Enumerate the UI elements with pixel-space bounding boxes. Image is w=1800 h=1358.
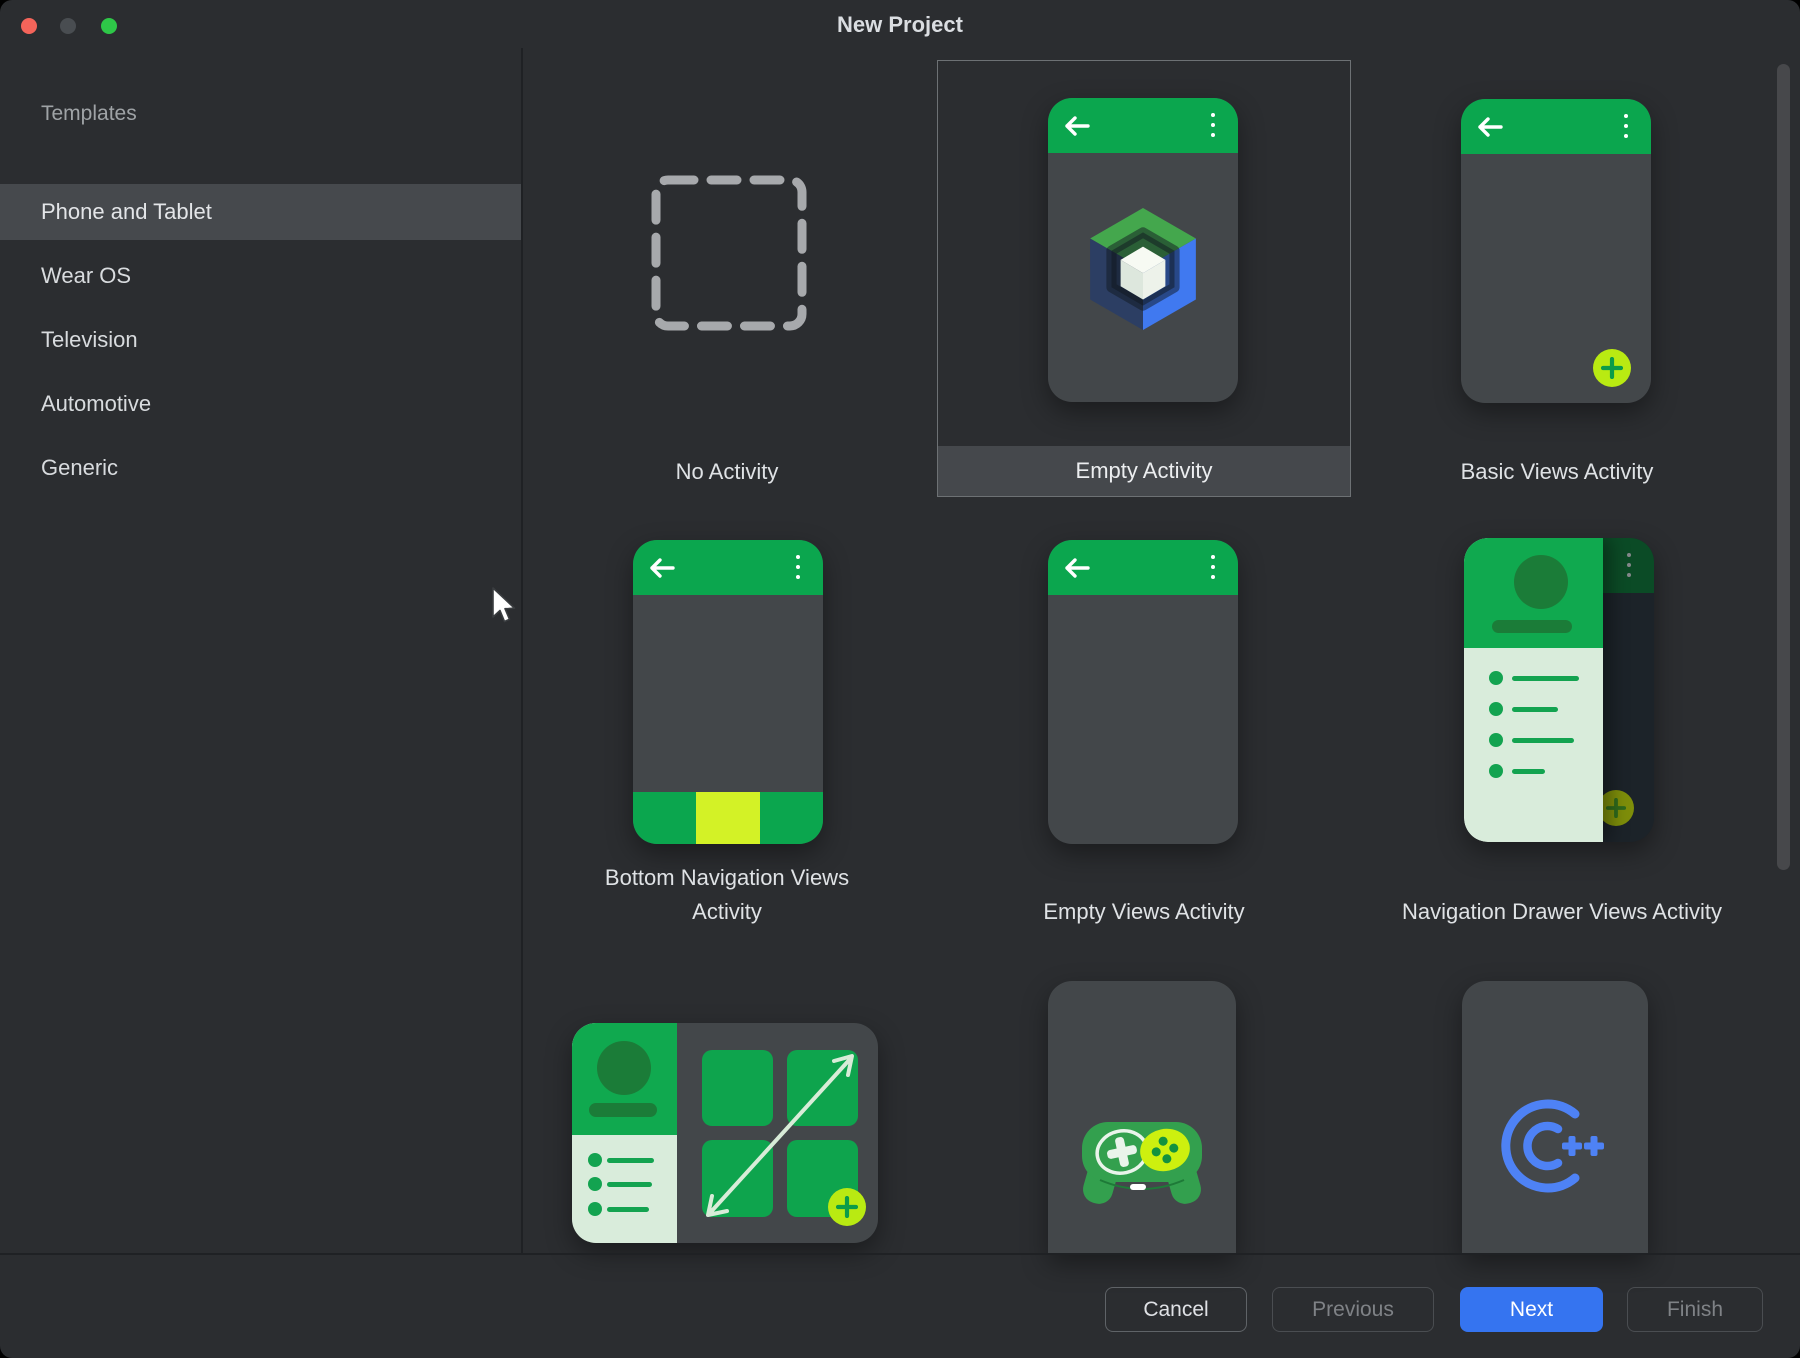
tablet-mockup-responsive <box>572 1023 878 1243</box>
dashed-placeholder-icon <box>650 174 808 332</box>
drawer-menu-line <box>1512 707 1558 712</box>
drawer-menu-bullet <box>1489 764 1503 778</box>
avatar <box>597 1041 651 1095</box>
cancel-button[interactable]: Cancel <box>1105 1287 1247 1332</box>
templates-header: Templates <box>41 102 137 126</box>
drawer-menu-line <box>1512 676 1579 681</box>
screen: New Project Templates Phone and Tablet W… <box>0 0 1800 1358</box>
username-placeholder <box>1492 620 1572 633</box>
fab-plus-icon-dimmed <box>1598 790 1634 826</box>
sidebar-item-automotive[interactable]: Automotive <box>0 376 521 432</box>
phone-mockup-empty-activity <box>1048 98 1238 402</box>
new-project-dialog: New Project Templates Phone and Tablet W… <box>0 0 1800 1358</box>
phone-appbar <box>633 540 823 595</box>
phone-mockup-cpp <box>1462 981 1648 1254</box>
sidebar-item-television[interactable]: Television <box>0 312 521 368</box>
tablet-drawer-panel <box>572 1023 677 1243</box>
sidebar-item-generic[interactable]: Generic <box>0 440 521 496</box>
back-arrow-icon <box>1063 115 1091 137</box>
username-placeholder <box>589 1103 657 1117</box>
drawer-menu-line <box>607 1207 649 1212</box>
phone-mockup-empty-views <box>1048 540 1238 844</box>
phone-mockup-game <box>1048 981 1236 1254</box>
nav-drawer-panel <box>1464 538 1603 842</box>
template-card-label: Empty Views Activity <box>939 897 1349 927</box>
sidebar-divider <box>521 48 523 1253</box>
selected-card-label: Empty Activity <box>938 446 1350 496</box>
drawer-menu-line <box>607 1182 652 1187</box>
window-title: New Project <box>0 12 1800 38</box>
drawer-menu-line <box>1512 769 1545 774</box>
template-card-label: Basic Views Activity <box>1352 457 1762 487</box>
template-card-label: No Activity <box>522 457 932 487</box>
phone-appbar <box>1461 99 1651 154</box>
fab-plus-icon <box>1593 349 1631 387</box>
sidebar-item-label: Television <box>41 327 138 352</box>
phone-mockup-nav-drawer <box>1464 538 1654 842</box>
bottom-nav-bar <box>633 792 823 844</box>
drawer-menu-line <box>1512 738 1574 743</box>
phone-mockup-basic-views <box>1461 99 1651 403</box>
template-card-label: Navigation Drawer Views Activity <box>1352 897 1772 927</box>
finish-button[interactable]: Finish <box>1627 1287 1763 1332</box>
sidebar-item-wear-os[interactable]: Wear OS <box>0 248 521 304</box>
back-arrow-icon <box>1063 557 1091 579</box>
drawer-menu-bullet <box>588 1177 602 1191</box>
cpp-logo-icon <box>1501 1096 1607 1196</box>
sidebar-item-phone-and-tablet[interactable]: Phone and Tablet <box>0 184 521 240</box>
drawer-menu-bullet <box>588 1153 602 1167</box>
phone-appbar <box>1048 540 1238 595</box>
sidebar-item-label: Phone and Tablet <box>41 199 212 224</box>
overflow-menu-icon <box>1627 553 1631 583</box>
phone-appbar <box>1048 98 1238 153</box>
next-button[interactable]: Next <box>1460 1287 1603 1332</box>
template-card-label: Bottom Navigation Views Activity <box>587 861 867 929</box>
drawer-menu-bullet <box>588 1202 602 1216</box>
sidebar-item-label: Wear OS <box>41 263 131 288</box>
sidebar-item-label: Automotive <box>41 391 151 416</box>
phone-mockup-bottom-nav <box>633 540 823 844</box>
drawer-menu-bullet <box>1489 702 1503 716</box>
avatar <box>1514 555 1568 609</box>
sidebar-item-label: Generic <box>41 455 118 480</box>
mouse-cursor <box>489 586 517 626</box>
button-bar-divider <box>0 1253 1800 1255</box>
previous-button[interactable]: Previous <box>1272 1287 1434 1332</box>
drawer-menu-line <box>607 1158 654 1163</box>
game-controller-icon <box>1072 1114 1212 1219</box>
fab-plus-icon <box>828 1188 866 1226</box>
scrollbar-thumb[interactable] <box>1777 64 1790 870</box>
overflow-menu-icon <box>1211 113 1215 143</box>
jetpack-compose-icon <box>1086 208 1200 330</box>
drawer-menu-bullet <box>1489 733 1503 747</box>
overflow-menu-icon <box>1211 555 1215 585</box>
overflow-menu-icon <box>796 555 800 585</box>
back-arrow-icon <box>648 557 676 579</box>
bottom-nav-selected-tab <box>696 792 760 844</box>
overflow-menu-icon <box>1624 114 1628 144</box>
drawer-menu-bullet <box>1489 671 1503 685</box>
back-arrow-icon <box>1476 116 1504 138</box>
